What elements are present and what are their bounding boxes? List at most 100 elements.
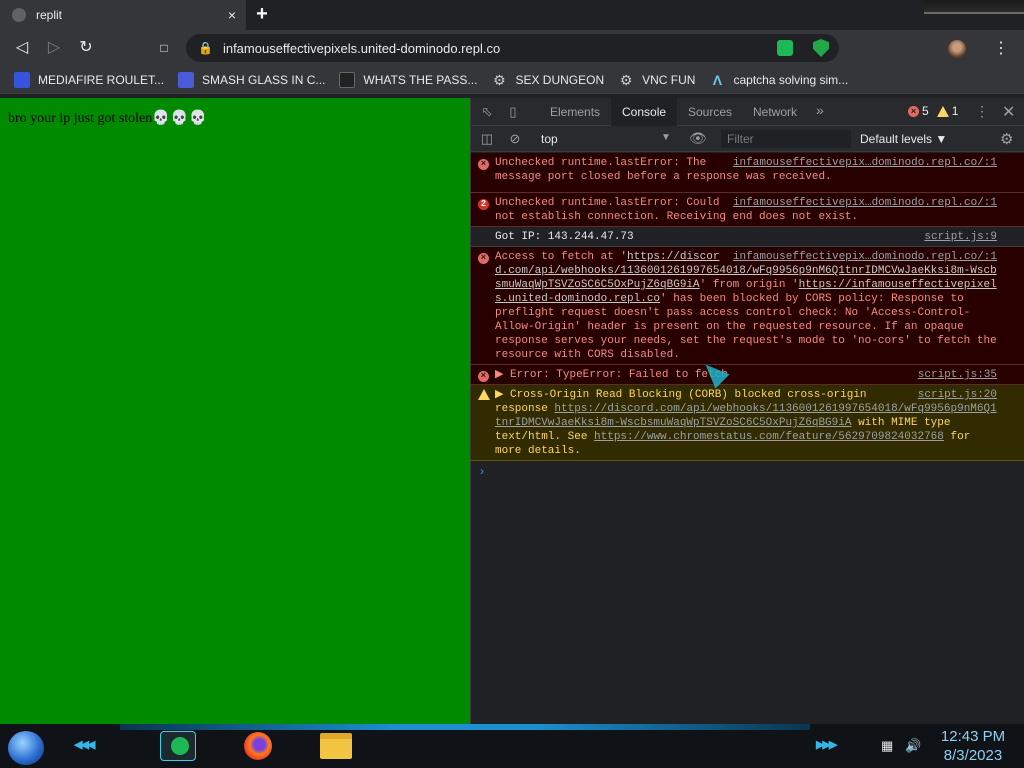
- browser-tab[interactable]: replit ×: [0, 0, 246, 30]
- close-tab-icon[interactable]: ×: [222, 7, 242, 23]
- bookmark-label: captcha solving sim...: [733, 72, 849, 87]
- error-repeat-badge: 2: [478, 197, 492, 211]
- browser-menu-icon[interactable]: ⋮: [993, 38, 1009, 58]
- spotify-icon: [171, 737, 189, 755]
- volume-icon[interactable]: 🔊: [905, 738, 921, 754]
- message-text-prefix: Access to fetch at ': [495, 251, 628, 263]
- console-filter-input[interactable]: [721, 130, 851, 148]
- gear-icon: ⚙: [493, 71, 506, 88]
- console-message-error[interactable]: × infamouseffectivepix…dominodo.repl.co/…: [471, 153, 1024, 193]
- bookmark-item[interactable]: MEDIAFIRE ROULET...: [14, 71, 165, 88]
- page-message: bro your ip just got stolen💀💀💀: [8, 110, 208, 127]
- system-clock[interactable]: 12:43 PM 8/3/2023: [934, 727, 1012, 765]
- bookmark-star-icon[interactable]: □: [154, 38, 174, 58]
- taskbar-app-spotify[interactable]: [160, 731, 196, 761]
- gear-icon[interactable]: ⚙: [1000, 130, 1013, 148]
- devtools-tabbar: ⬁ ▯ Elements Console Sources Network » ×…: [471, 98, 1024, 126]
- devtools-panel: ⬁ ▯ Elements Console Sources Network » ×…: [470, 98, 1024, 724]
- bookmark-item[interactable]: ⚙ VNC FUN: [618, 71, 696, 88]
- taskbar-decoration: ◀◀◀: [74, 739, 95, 751]
- console-message-error[interactable]: × infamouseffectivepix…dominodo.repl.co/…: [471, 247, 1024, 365]
- tab-console[interactable]: Console: [611, 98, 678, 126]
- error-icon: ×: [478, 251, 492, 265]
- dark-square-icon: [339, 71, 356, 88]
- smash-glass-icon: [178, 71, 195, 88]
- skull-emoji: 💀💀💀: [152, 111, 208, 126]
- chromestatus-link[interactable]: https://www.chromestatus.com/feature/562…: [594, 431, 944, 443]
- forward-button[interactable]: ▷: [44, 38, 64, 58]
- message-text: Got IP: 143.244.47.73: [495, 231, 634, 243]
- lock-icon: 🔒: [198, 41, 213, 55]
- bookmark-item[interactable]: Λ captcha solving sim...: [709, 72, 848, 88]
- message-text[interactable]: ▶ Error: TypeError: Failed to fetch: [495, 369, 728, 381]
- console-message-log[interactable]: script.js:9 Got IP: 143.244.47.73: [471, 227, 1024, 247]
- address-url[interactable]: infamouseffectivepixels.united-dominodo.…: [223, 41, 839, 56]
- console-prompt-row[interactable]: ›: [471, 461, 1024, 481]
- warning-icon: [936, 105, 949, 117]
- page-message-text: bro your ip just got stolen: [8, 111, 153, 126]
- tab-network[interactable]: Network: [742, 98, 808, 126]
- sidebar-toggle-icon[interactable]: ◫: [479, 131, 495, 147]
- address-bar[interactable]: 🔒 infamouseffectivepixels.united-dominod…: [186, 34, 839, 62]
- browser-toolbar: ◁ ▷ ↻ □ 🔒 infamouseffectivepixels.united…: [0, 30, 1024, 66]
- error-icon: ×: [478, 369, 492, 383]
- device-toolbar-icon[interactable]: ▯: [505, 104, 521, 120]
- tab-elements[interactable]: Elements: [539, 98, 611, 126]
- tab-title: replit: [36, 8, 63, 22]
- warning-count: 1: [951, 104, 959, 118]
- message-source-link[interactable]: script.js:20: [918, 388, 997, 402]
- screen: replit × + ◁ ▷ ↻ □ 🔒 infamouseffectivepi…: [0, 0, 1024, 768]
- bookmark-item[interactable]: SMASH GLASS IN C...: [178, 71, 326, 88]
- start-button[interactable]: [8, 731, 44, 765]
- close-devtools-icon[interactable]: ✕: [1002, 102, 1015, 122]
- clear-console-icon[interactable]: ⊘: [507, 131, 523, 147]
- clock-time: 12:43 PM: [940, 728, 1006, 745]
- context-selector[interactable]: top: [541, 132, 558, 146]
- taskbar: ◀◀◀ ▶▶▶: [0, 724, 1024, 768]
- message-text-middle: ' from origin ': [699, 279, 799, 291]
- bookmark-item[interactable]: WHATS THE PASS...: [339, 71, 478, 88]
- window-frame-decoration: [924, 0, 1024, 14]
- console-messages: × infamouseffectivepix…dominodo.repl.co/…: [471, 153, 1024, 481]
- message-source-link[interactable]: infamouseffectivepix…dominodo.repl.co/:1: [733, 196, 997, 210]
- gear-icon: ⚙: [619, 71, 633, 88]
- back-button[interactable]: ◁: [12, 38, 32, 58]
- network-icon[interactable]: ▦: [881, 738, 893, 754]
- console-message-error[interactable]: 2 infamouseffectivepix…dominodo.repl.co/…: [471, 193, 1024, 227]
- devtools-menu-icon[interactable]: ⋮: [975, 103, 989, 120]
- live-expression-eye-icon[interactable]: 👁: [689, 130, 707, 147]
- bookmark-label: SMASH GLASS IN C...: [202, 72, 326, 87]
- console-message-warning[interactable]: script.js:20 ▶ Cross-Origin Read Blockin…: [471, 385, 1024, 461]
- taskbar-decoration: ▶▶▶: [816, 739, 837, 751]
- web-page: bro your ip just got stolen💀💀💀: [0, 98, 470, 724]
- tab-strip: replit × +: [0, 0, 1024, 30]
- inspect-element-icon[interactable]: ⬁: [479, 104, 495, 120]
- console-message-error[interactable]: × script.js:35 ▶ Error: TypeError: Faile…: [471, 365, 1024, 385]
- reload-button[interactable]: ↻: [76, 38, 96, 58]
- chevron-down-icon[interactable]: ▼: [661, 132, 671, 143]
- error-icon: ×: [908, 105, 919, 117]
- message-source-link[interactable]: script.js:9: [924, 230, 997, 244]
- new-tab-button[interactable]: +: [252, 4, 272, 26]
- bookmark-label: VNC FUN: [642, 72, 696, 87]
- log-levels-dropdown[interactable]: Default levels ▼: [860, 132, 947, 146]
- error-icon: ×: [478, 157, 492, 171]
- bookmarks-bar: MEDIAFIRE ROULET... SMASH GLASS IN C... …: [0, 66, 1024, 94]
- profile-avatar[interactable]: [948, 40, 966, 58]
- message-source-link[interactable]: script.js:35: [918, 368, 997, 382]
- firefox-icon[interactable]: [244, 732, 272, 760]
- issue-counter[interactable]: × 5 1: [908, 104, 958, 118]
- more-tabs-button[interactable]: »: [816, 102, 824, 118]
- bookmark-label: WHATS THE PASS...: [363, 72, 478, 87]
- bookmark-label: MEDIAFIRE ROULET...: [38, 72, 165, 87]
- warning-icon: [478, 389, 490, 405]
- mediafire-icon: [14, 71, 30, 88]
- bookmark-item[interactable]: ⚙ SEX DUNGEON: [491, 72, 604, 88]
- extension-chat-icon[interactable]: [777, 40, 793, 56]
- globe-icon: [12, 8, 26, 22]
- error-count: 5: [922, 104, 929, 118]
- message-source-link[interactable]: infamouseffectivepix…dominodo.repl.co/:1: [733, 156, 997, 170]
- file-explorer-icon[interactable]: [320, 733, 352, 759]
- tab-sources[interactable]: Sources: [677, 98, 743, 126]
- message-source-link[interactable]: infamouseffectivepix…dominodo.repl.co/:1: [733, 250, 997, 264]
